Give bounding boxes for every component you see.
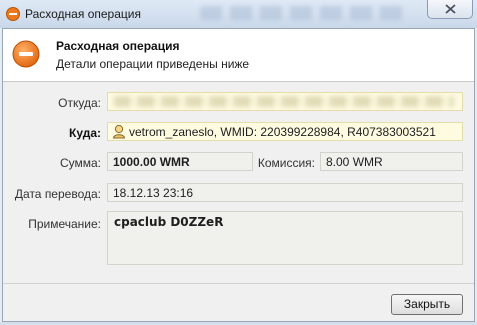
amount-field: 1000.00 WMR — [107, 152, 253, 171]
dialog-subtitle: Детали операции приведены ниже — [56, 57, 250, 71]
fee-field: 8.00 WMR — [320, 152, 463, 171]
recipient-value: vetrom_zaneslo, WMID: 220399228984, R407… — [129, 125, 436, 139]
amount-label: Сумма: — [59, 156, 101, 170]
minus-circle-icon — [6, 7, 20, 21]
close-button[interactable]: Закрыть — [391, 294, 463, 315]
to-label: Куда: — [69, 126, 101, 140]
dialog-title: Расходная операция — [56, 39, 180, 53]
dialog-header: Расходная операция Детали операции приве… — [3, 29, 474, 82]
blurred-background — [200, 6, 410, 20]
fee-label: Комиссия: — [257, 156, 315, 170]
title-bar[interactable]: Расходная операция — [0, 0, 477, 28]
window-close-button[interactable] — [427, 0, 473, 19]
date-label: Дата перевода: — [14, 187, 101, 201]
to-field: vetrom_zaneslo, WMID: 220399228984, R407… — [107, 122, 463, 141]
dialog-body: Расходная операция Детали операции приве… — [2, 28, 475, 322]
from-field — [107, 92, 463, 111]
note-field: cpaclub D0ZZeR — [107, 211, 463, 265]
note-label: Примечание: — [28, 217, 101, 231]
close-icon — [445, 4, 456, 14]
minus-circle-icon — [12, 40, 40, 68]
footer-divider — [3, 283, 474, 284]
from-label: Откуда: — [58, 96, 101, 110]
user-icon — [112, 124, 126, 139]
redacted-value — [114, 96, 454, 107]
window-title: Расходная операция — [25, 7, 141, 21]
date-field: 18.12.13 23:16 — [107, 183, 463, 202]
